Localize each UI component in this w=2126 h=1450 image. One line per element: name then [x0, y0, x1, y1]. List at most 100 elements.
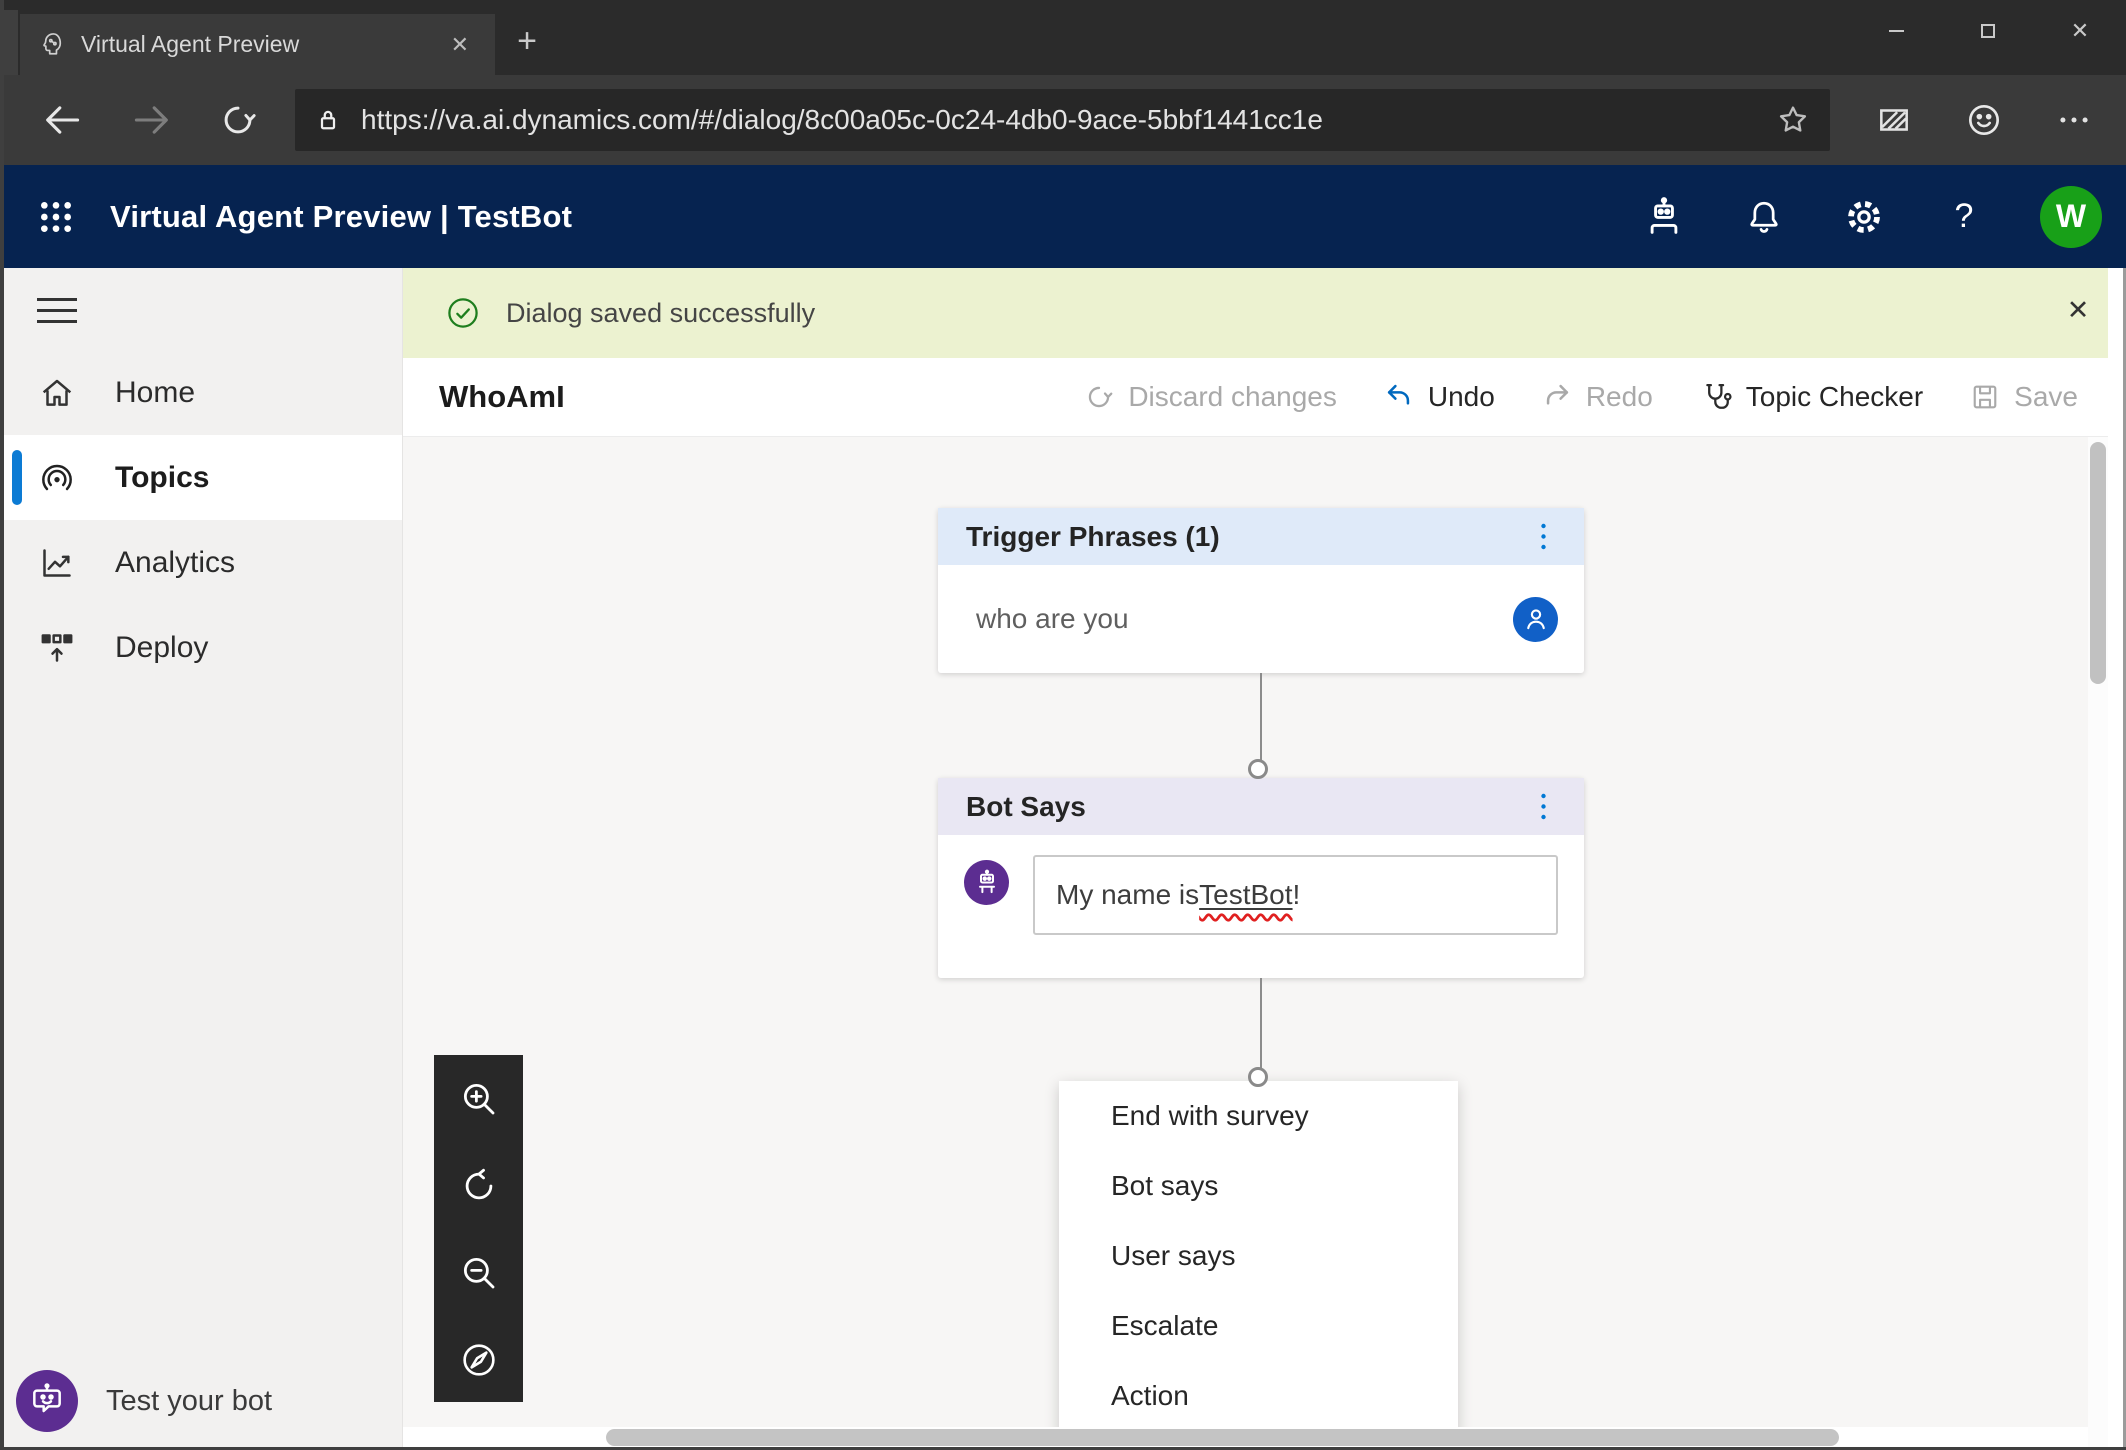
menu-item-user-says[interactable]: User says	[1059, 1221, 1458, 1291]
browser-chrome: Virtual Agent Preview ✕ + ✕ https://va.a…	[0, 0, 2126, 165]
selected-indicator	[12, 450, 22, 505]
flow-canvas[interactable]: Trigger Phrases (1) who are you Bot Says…	[403, 437, 2126, 1449]
settings-button[interactable]	[1840, 193, 1888, 241]
window-close-button[interactable]: ✕	[2034, 0, 2126, 62]
menu-item-action[interactable]: Action	[1059, 1361, 1458, 1431]
bot-message-suffix: !	[1292, 879, 1301, 910]
refresh-icon	[224, 106, 256, 134]
window-controls: ✕	[1850, 0, 2126, 62]
menu-item-end-with-survey[interactable]: End with survey	[1059, 1081, 1458, 1151]
minimize-button[interactable]	[1850, 0, 1942, 62]
address-bar[interactable]: https://va.ai.dynamics.com/#/dialog/8c00…	[295, 89, 1830, 151]
url-text: https://va.ai.dynamics.com/#/dialog/8c00…	[361, 104, 1323, 135]
bot-says-node[interactable]: Bot Says My name is TestBot !	[938, 778, 1584, 978]
zoom-toolbar	[434, 1055, 523, 1402]
notifications-button[interactable]	[1740, 193, 1788, 241]
maximize-button[interactable]	[1942, 0, 2034, 62]
bot-message-word: TestBot	[1199, 879, 1293, 910]
user-avatar[interactable]: W	[2040, 185, 2102, 248]
sidebar-item-home[interactable]: Home	[0, 350, 402, 435]
minimize-icon	[1888, 30, 1904, 32]
success-banner: Dialog saved successfully ✕	[403, 268, 2126, 358]
undo-label: Undo	[1427, 381, 1495, 412]
feedback-smiley-button[interactable]	[1956, 92, 2012, 148]
help-button[interactable]: ?	[1940, 193, 1988, 241]
sidebar: Home Topics Analytics Deploy Test your b…	[0, 268, 402, 1450]
discard-icon	[1089, 386, 1113, 408]
redo-icon	[1546, 384, 1568, 405]
tab-title: Virtual Agent Preview	[81, 31, 300, 57]
trigger-node-menu-button[interactable]	[1526, 517, 1560, 557]
new-tab-button[interactable]: +	[505, 22, 549, 61]
sidebar-collapse-button[interactable]	[37, 292, 79, 328]
maximize-icon	[1981, 24, 1995, 38]
zoom-out-button[interactable]	[434, 1229, 523, 1316]
deploy-icon	[41, 633, 73, 662]
refresh-button[interactable]	[210, 92, 266, 148]
trigger-phrase-text[interactable]: who are you	[976, 603, 1513, 635]
favorites-star-button[interactable]	[1774, 101, 1812, 139]
waffle-menu-button[interactable]	[30, 191, 82, 243]
add-node-connector[interactable]	[1248, 1067, 1268, 1087]
sidebar-item-analytics[interactable]: Analytics	[0, 520, 402, 605]
banner-close-button[interactable]: ✕	[2060, 295, 2096, 326]
kebab-icon	[1540, 523, 1546, 549]
content-area: Dialog saved successfully ✕ WhoAmI Disca…	[402, 268, 2126, 1450]
bot-node-title: Bot Says	[966, 790, 1086, 822]
add-node-connector[interactable]	[1248, 759, 1268, 779]
topics-icon	[42, 464, 72, 490]
back-button[interactable]	[34, 92, 90, 148]
horizontal-scrollbar	[403, 1427, 2088, 1449]
topic-title: WhoAmI	[439, 379, 565, 414]
forward-button[interactable]	[124, 92, 180, 148]
save-button[interactable]: Save	[1969, 381, 2078, 413]
vertical-scrollbar-thumb[interactable]	[2090, 442, 2106, 684]
menu-item-escalate[interactable]: Escalate	[1059, 1291, 1458, 1361]
user-person-icon	[1513, 596, 1558, 642]
window-left-edge	[0, 0, 4, 1450]
toolbar-actions: Discard changes Undo Redo Topic Checker …	[1083, 380, 2078, 414]
bell-icon	[1750, 201, 1778, 233]
trigger-node-header: Trigger Phrases (1)	[938, 508, 1584, 565]
navigate-compass-button[interactable]	[434, 1316, 523, 1403]
bot-node-body: My name is TestBot!	[938, 835, 1584, 978]
browser-tab[interactable]: Virtual Agent Preview ✕	[20, 14, 495, 75]
topic-checker-button[interactable]: Topic Checker	[1699, 380, 1923, 414]
web-note-button[interactable]	[1866, 92, 1922, 148]
bot-message-input[interactable]: My name is TestBot!	[1033, 855, 1558, 935]
bot-node-menu-button[interactable]	[1526, 787, 1560, 827]
sidebar-item-deploy[interactable]: Deploy	[0, 605, 402, 690]
app-header: Virtual Agent Preview | TestBot ? W	[0, 165, 2126, 268]
bot-robot-avatar-icon	[964, 860, 1009, 905]
reset-icon	[465, 1168, 492, 1199]
redo-button[interactable]: Redo	[1541, 381, 1653, 413]
sidebar-item-label: Analytics	[115, 545, 236, 579]
tab-strip: Virtual Agent Preview ✕ + ✕	[0, 0, 2126, 75]
zoom-in-button[interactable]	[434, 1055, 523, 1142]
sidebar-nav: Home Topics Analytics Deploy	[0, 350, 402, 690]
test-your-bot-button[interactable]: Test your bot	[16, 1370, 272, 1432]
undo-button[interactable]: Undo	[1383, 381, 1495, 413]
success-check-icon	[446, 296, 480, 330]
back-arrow-icon	[46, 106, 80, 134]
bot-robot-button[interactable]	[1640, 193, 1688, 241]
menu-item-bot-says[interactable]: Bot says	[1059, 1151, 1458, 1221]
add-node-menu: End with survey Bot says User says Escal…	[1059, 1081, 1458, 1449]
test-bot-label: Test your bot	[106, 1384, 273, 1417]
sidebar-item-topics[interactable]: Topics	[0, 435, 402, 520]
home-icon	[42, 379, 72, 406]
banner-message: Dialog saved successfully	[506, 297, 816, 328]
trigger-phrases-node[interactable]: Trigger Phrases (1) who are you	[938, 508, 1584, 673]
redo-label: Redo	[1585, 381, 1653, 412]
trigger-node-body: who are you	[938, 565, 1584, 673]
window-right-edge	[2108, 268, 2126, 1450]
browser-window: Virtual Agent Preview ✕ + ✕ https://va.a…	[0, 0, 2126, 1450]
reset-view-button[interactable]	[434, 1142, 523, 1229]
discard-changes-button[interactable]: Discard changes	[1083, 381, 1337, 413]
compass-icon	[462, 1343, 495, 1376]
trigger-node-title: Trigger Phrases (1)	[966, 520, 1220, 552]
discard-label: Discard changes	[1128, 381, 1337, 412]
browser-menu-button[interactable]	[2046, 92, 2102, 148]
horizontal-scrollbar-thumb[interactable]	[606, 1429, 1839, 1446]
tab-close-button[interactable]: ✕	[443, 28, 477, 62]
